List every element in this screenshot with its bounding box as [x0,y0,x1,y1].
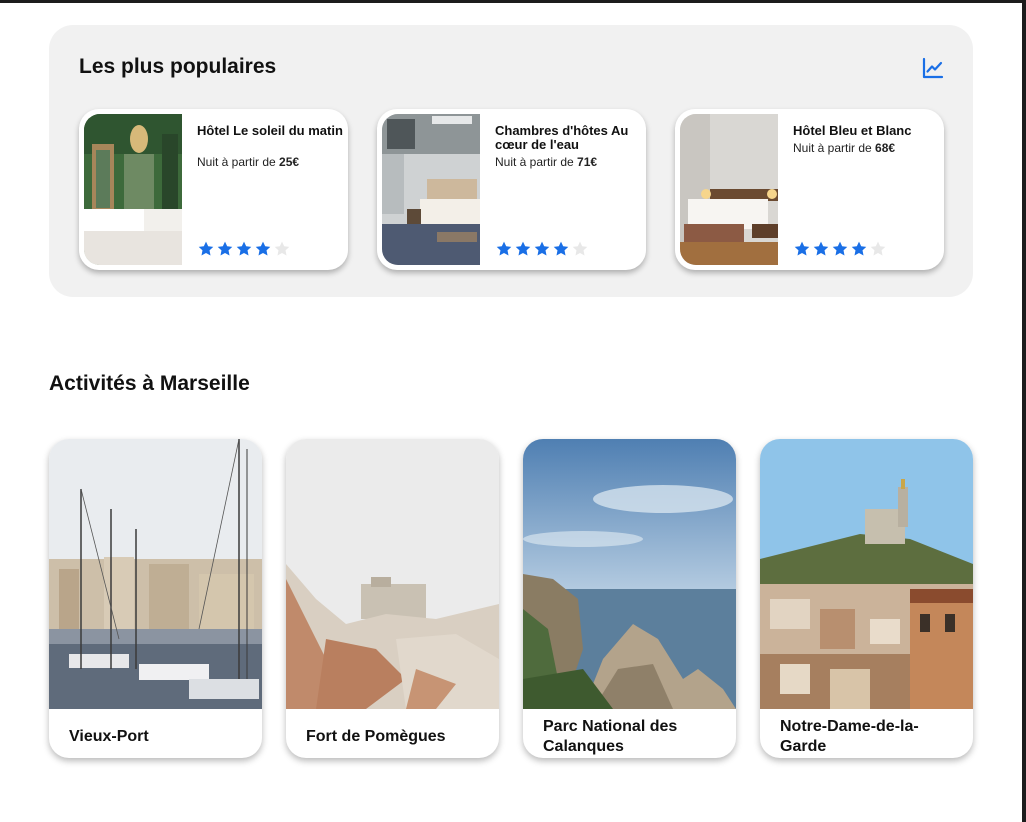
star-filled-icon [217,241,233,256]
hotel-price-prefix: Nuit à partir de [197,155,280,169]
hotel-price-value: 25€ [279,155,300,169]
popular-title: Les plus populaires [79,55,277,78]
star-filled-icon [851,241,867,256]
star-filled-icon [534,241,550,256]
trend-chart-icon[interactable] [921,56,945,80]
activity-photo [49,439,262,709]
activity-name: Notre-Dame-de-la-Garde [780,718,919,755]
activity-photo [760,439,973,709]
activity-name: Fort de Pomègues [306,728,446,745]
activity-name: Parc National des Calanques [543,718,678,755]
activity-photo [286,439,499,709]
activity-card[interactable]: Parc National des Calanques [523,439,736,758]
hotel-price: Nuit à partir de 71€ [495,155,597,169]
hotel-price: Nuit à partir de 68€ [793,141,895,155]
star-filled-icon [515,241,531,256]
star-filled-icon [255,241,271,256]
hotel-card[interactable]: Hôtel Bleu et Blanc Nuit à partir de 68€ [675,109,944,270]
activity-name: Vieux-Port [69,728,149,745]
activity-card[interactable]: Notre-Dame-de-la-Garde [760,439,973,758]
activity-card[interactable]: Vieux-Port [49,439,262,758]
hotel-card[interactable]: Chambres d'hôtes Au cœur de l'eau Nuit à… [377,109,646,270]
star-filled-icon [832,241,848,256]
star-rating [197,240,291,258]
activities-title: Activités à Marseille [49,372,250,395]
page: Les plus populaires Hôtel Le soleil du m… [0,0,1026,822]
star-filled-icon [553,241,569,256]
hotel-name: Hôtel Bleu et Blanc [793,123,912,138]
hotel-photo [84,114,182,265]
hotel-price-value: 68€ [875,141,896,155]
star-filled-icon [236,241,252,256]
hotel-price-prefix: Nuit à partir de [495,155,578,169]
star-empty-icon [870,241,886,256]
star-empty-icon [274,241,290,256]
popular-section: Les plus populaires Hôtel Le soleil du m… [49,25,973,297]
hotel-name: Chambres d'hôtes Au cœur de l'eau [495,123,629,152]
star-rating [495,240,589,258]
activity-card[interactable]: Fort de Pomègues [286,439,499,758]
star-empty-icon [572,241,588,256]
star-filled-icon [496,241,512,256]
hotel-photo [382,114,480,265]
star-filled-icon [813,241,829,256]
star-filled-icon [794,241,810,256]
star-filled-icon [198,241,214,256]
hotel-card[interactable]: Hôtel Le soleil du matin Nuit à partir d… [79,109,348,270]
activity-photo [523,439,736,709]
hotel-name: Hôtel Le soleil du matin [197,123,343,138]
star-rating [793,240,887,258]
hotel-price-prefix: Nuit à partir de [793,141,876,155]
hotel-photo [680,114,778,265]
hotel-price: Nuit à partir de 25€ [197,155,299,169]
hotel-price-value: 71€ [577,155,598,169]
